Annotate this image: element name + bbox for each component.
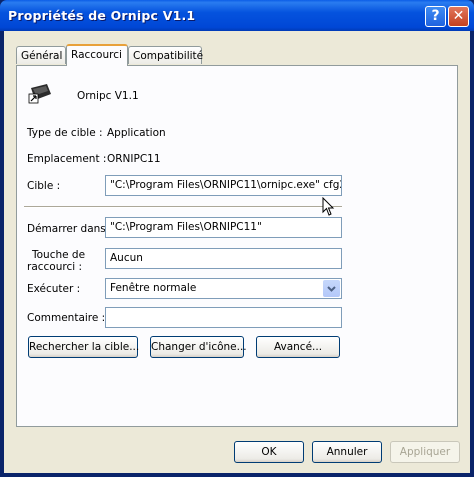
target-input[interactable]: "C:\Program Files\ORNIPC11\ornipc.exe" c… bbox=[105, 175, 342, 196]
apply-button[interactable]: Appliquer bbox=[390, 441, 460, 463]
start-in-input[interactable]: "C:\Program Files\ORNIPC11" bbox=[105, 217, 342, 238]
change-icon-button[interactable]: Changer d'icône... bbox=[150, 336, 247, 358]
location-value: ORNIPC11 bbox=[107, 153, 161, 165]
start-in-label: Démarrer dans : bbox=[27, 223, 113, 235]
target-type-value: Application bbox=[107, 127, 166, 139]
shortcut-name: Ornipc V1.1 bbox=[77, 90, 139, 102]
tab-compatibilite[interactable]: Compatibilité bbox=[128, 46, 203, 64]
target-label: Cible : bbox=[27, 180, 61, 192]
ok-button[interactable]: OK bbox=[234, 441, 304, 463]
hotkey-label-line2: raccourci : bbox=[27, 261, 83, 273]
location-label: Emplacement : bbox=[27, 153, 107, 165]
hotkey-label-line1: Touche de bbox=[32, 249, 86, 261]
help-button[interactable]: ? bbox=[425, 6, 446, 27]
tab-raccourci[interactable]: Raccourci bbox=[66, 44, 128, 66]
title-bar[interactable]: Propriétés de Ornipc V1.1 ? ✕ bbox=[0, 0, 474, 31]
properties-window: Propriétés de Ornipc V1.1 ? ✕ Général Ra… bbox=[0, 0, 474, 477]
advanced-button[interactable]: Avancé... bbox=[256, 336, 340, 358]
run-label: Exécuter : bbox=[27, 283, 81, 295]
shortcut-app-icon bbox=[28, 84, 51, 104]
chevron-down-icon[interactable] bbox=[323, 280, 340, 297]
run-select-value: Fenêtre normale bbox=[110, 282, 197, 294]
separator bbox=[24, 206, 342, 208]
mouse-pointer-icon bbox=[322, 197, 335, 216]
target-type-label: Type de cible : bbox=[27, 127, 103, 139]
shortcut-panel bbox=[16, 65, 458, 427]
tab-general[interactable]: Général bbox=[16, 46, 66, 64]
comment-label: Commentaire : bbox=[27, 312, 106, 324]
close-button[interactable]: ✕ bbox=[448, 6, 469, 27]
window-title: Propriétés de Ornipc V1.1 bbox=[8, 8, 196, 23]
cancel-button[interactable]: Annuler bbox=[312, 441, 382, 463]
find-target-button[interactable]: Rechercher la cible... bbox=[28, 336, 139, 358]
comment-input[interactable] bbox=[105, 307, 342, 328]
run-select[interactable]: Fenêtre normale bbox=[105, 278, 342, 299]
hotkey-input[interactable]: Aucun bbox=[105, 248, 342, 269]
